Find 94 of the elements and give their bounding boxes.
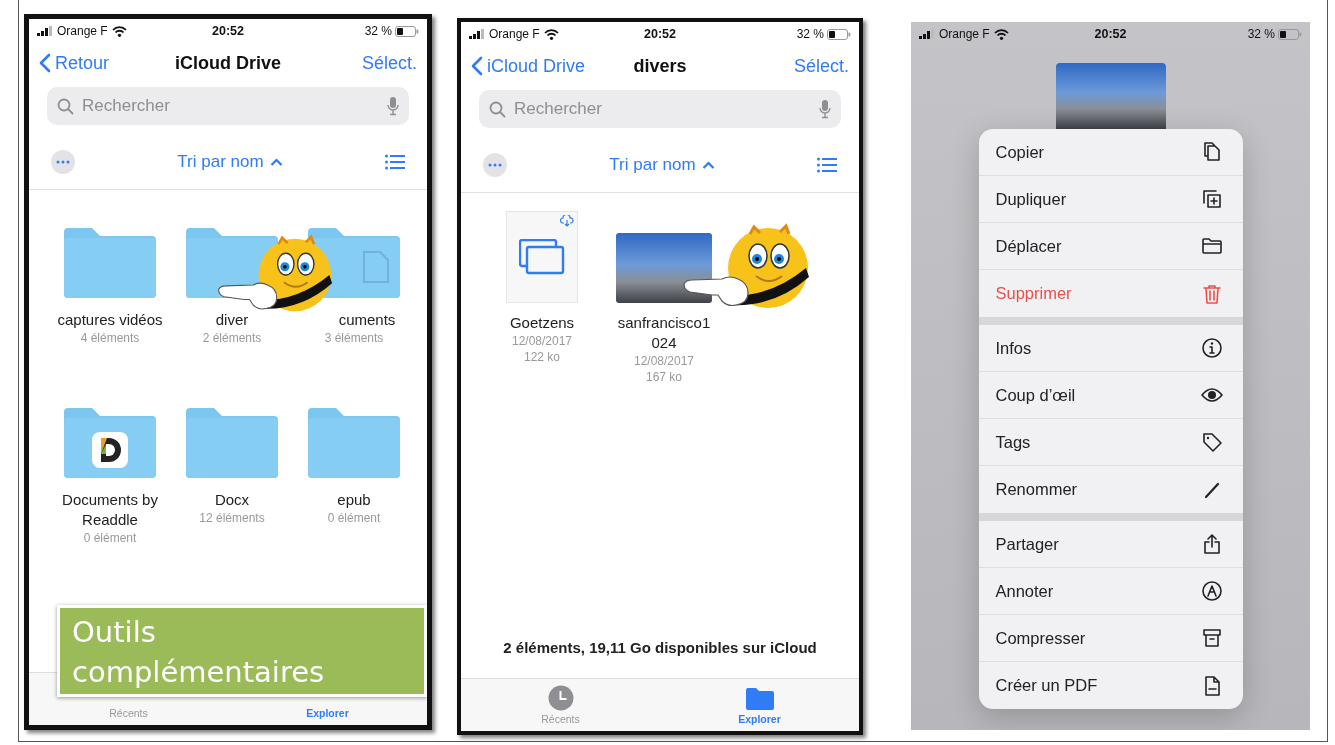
menu-item[interactable]: Dupliquer <box>978 176 1243 223</box>
carrier-name: Orange F <box>57 24 108 38</box>
battery-percent: 32 % <box>796 27 824 41</box>
battery-icon <box>1278 28 1302 40</box>
clock-time: 20:52 <box>212 24 244 38</box>
signal-icon <box>919 29 935 39</box>
battery-percent: 32 % <box>1247 27 1275 41</box>
back-button[interactable]: Retour <box>39 52 110 74</box>
item-count: 4 éléments <box>80 330 140 346</box>
windows-icon <box>519 239 565 275</box>
menu-item[interactable]: Coup d’œil <box>978 372 1243 419</box>
cloud-download-icon <box>560 215 574 227</box>
folder-icon[interactable] <box>306 406 402 480</box>
storage-summary: 2 éléments, 19,11 Go disponibles sur iCloud <box>502 639 818 658</box>
ellipsis-icon <box>56 160 70 164</box>
menu-item[interactable]: Renommer <box>978 466 1243 513</box>
item-date: 12/08/2017 <box>511 333 573 349</box>
item-name: sanfrancisco1024 <box>616 313 712 353</box>
clock-time: 20:52 <box>1094 27 1127 41</box>
screen-title: iCloud Drive <box>175 52 281 74</box>
search-bar[interactable]: Rechercher <box>47 87 409 125</box>
trash-icon <box>1200 282 1223 305</box>
callout-label: Outils complémentaires <box>57 605 427 697</box>
item-size: 122 ko <box>524 349 560 365</box>
select-button[interactable]: Sélect. <box>793 55 849 77</box>
menu-item[interactable]: Annoter <box>978 568 1243 615</box>
more-button[interactable] <box>51 150 75 174</box>
item-name: Goetzens <box>509 313 575 333</box>
item-name: cuments <box>337 310 396 330</box>
screen-title: divers <box>633 55 687 77</box>
search-bar[interactable]: Rechercher <box>479 90 841 128</box>
tab-bar-item[interactable]: Explorer <box>660 679 859 731</box>
item-name: epub <box>337 490 371 510</box>
item-name: captures vidéos <box>57 310 163 330</box>
folder-icon <box>744 687 775 711</box>
chevron-up-icon <box>269 158 283 166</box>
wifi-icon <box>111 25 127 37</box>
chevron-left-icon <box>471 56 483 76</box>
carrier-name: Orange F <box>489 27 540 41</box>
ellipsis-icon <box>488 163 502 167</box>
menu-item[interactable]: Créer un PDF <box>978 662 1243 709</box>
photo-placeholder[interactable] <box>616 233 712 303</box>
markup-icon <box>1200 580 1223 602</box>
carrier-name: Orange F <box>939 27 990 41</box>
search-icon <box>57 97 74 115</box>
back-button[interactable]: iCloud Drive <box>471 55 586 77</box>
menu-item[interactable]: Partager <box>978 521 1243 568</box>
item-count: 12 éléments <box>199 510 265 526</box>
info-icon <box>1200 337 1223 359</box>
search-field[interactable]: Rechercher <box>512 98 813 120</box>
item-name: diver <box>215 310 249 330</box>
folder-icon <box>1200 235 1223 257</box>
sort-button[interactable]: Tri par nom <box>75 151 385 173</box>
item-size: 167 ko <box>646 369 682 385</box>
menu-item[interactable]: Tags <box>978 419 1243 466</box>
item-count: 0 élément <box>327 510 381 526</box>
menu-item[interactable]: Déplacer <box>978 223 1243 270</box>
wifi-icon <box>993 28 1009 40</box>
sort-button[interactable]: Tri par nom <box>507 154 817 176</box>
list-view-icon[interactable] <box>385 154 405 170</box>
more-button[interactable] <box>483 153 507 177</box>
battery-icon <box>395 25 419 37</box>
clock-time: 20:52 <box>644 27 676 41</box>
archive-icon <box>1200 627 1223 649</box>
app-folder-icon[interactable] <box>62 406 158 480</box>
duplicate-icon <box>1200 188 1223 210</box>
file-thumbnail[interactable] <box>506 211 578 303</box>
folder-icon[interactable] <box>62 226 158 300</box>
microphone-icon[interactable] <box>387 96 399 116</box>
menu-item[interactable]: Infos <box>978 325 1243 372</box>
item-count: 2 éléments <box>202 330 262 346</box>
tag-icon <box>1200 431 1223 453</box>
menu-item[interactable]: Copier <box>978 129 1243 176</box>
search-icon <box>489 100 506 118</box>
signal-icon <box>469 29 485 39</box>
item-name: Documents by Readdle <box>61 490 159 530</box>
wifi-icon <box>543 28 559 40</box>
chevron-left-icon <box>39 53 51 73</box>
clock-icon <box>547 685 574 711</box>
item-count: 3 éléments <box>324 330 384 346</box>
chevron-up-icon <box>701 161 715 169</box>
battery-icon <box>827 28 851 40</box>
folder-icon[interactable] <box>184 406 280 480</box>
item-name: Docx <box>214 490 250 510</box>
search-field[interactable]: Rechercher <box>80 95 381 117</box>
item-count: 0 élément <box>83 530 137 546</box>
tab-bar-item[interactable]: Explorer <box>228 707 427 719</box>
select-button[interactable]: Sélect. <box>361 52 417 74</box>
battery-percent: 32 % <box>364 24 392 38</box>
item-date: 12/08/2017 <box>633 353 695 369</box>
list-view-icon[interactable] <box>817 157 837 173</box>
microphone-icon[interactable] <box>819 99 831 119</box>
signal-icon <box>37 26 53 36</box>
menu-item[interactable]: Compresser <box>978 615 1243 662</box>
